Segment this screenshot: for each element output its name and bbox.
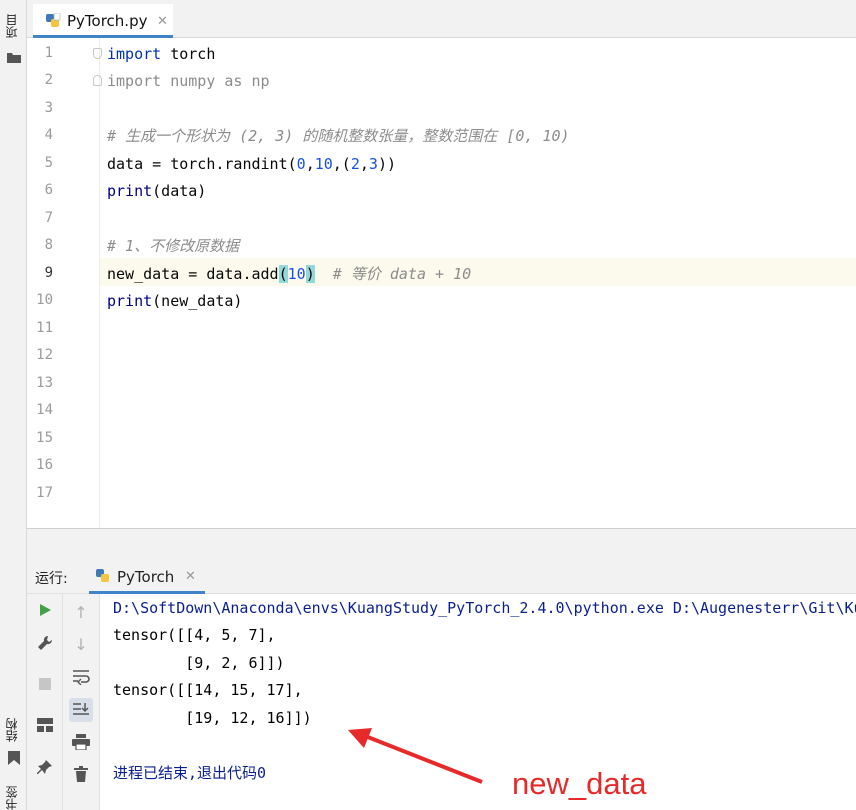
code-line-2: import numpy as np bbox=[107, 71, 270, 91]
up-arrow-icon[interactable]: ↑ bbox=[71, 602, 91, 622]
line-number: 13 bbox=[36, 375, 53, 391]
code-text: ,( bbox=[332, 155, 351, 173]
wrench-icon[interactable] bbox=[35, 633, 55, 653]
line-number: 16 bbox=[36, 457, 53, 473]
line-number: 5 bbox=[44, 155, 53, 171]
console-line: tensor([[14, 15, 17], bbox=[113, 681, 303, 699]
code-text: new_data = data.add bbox=[107, 265, 279, 283]
builtin-function: print bbox=[107, 292, 153, 310]
project-tool-label[interactable]: 项目 bbox=[5, 14, 22, 38]
matched-brace: ( bbox=[278, 265, 288, 283]
builtin-function: print bbox=[107, 182, 153, 200]
line-number: 4 bbox=[44, 127, 53, 143]
close-tab-icon[interactable]: ✕ bbox=[157, 14, 168, 29]
console-command-line: D:\SoftDown\Anaconda\envs\KuangStudy_PyT… bbox=[113, 599, 856, 617]
pin-icon[interactable] bbox=[35, 757, 55, 777]
code-text: )) bbox=[377, 155, 396, 173]
run-toolbar-primary bbox=[27, 594, 63, 810]
bookmarks-tool-label[interactable]: 书签 bbox=[5, 786, 22, 810]
folder-icon[interactable] bbox=[7, 48, 21, 63]
code-editor[interactable]: import torch import numpy as np # 生成一个形状… bbox=[100, 38, 856, 528]
number: 2 bbox=[350, 155, 360, 173]
line-number: 2 bbox=[44, 72, 53, 88]
stop-icon[interactable] bbox=[35, 674, 55, 694]
code-text: (new_data) bbox=[152, 292, 243, 310]
line-number: 17 bbox=[36, 485, 53, 501]
code-line-6: print(data) bbox=[107, 181, 206, 201]
console-line: [19, 12, 16]]) bbox=[113, 709, 312, 727]
line-number: 12 bbox=[36, 347, 53, 363]
console-line: tensor([[4, 5, 7], bbox=[113, 626, 276, 644]
annotation-label: new_data bbox=[512, 766, 647, 801]
close-run-tab-icon[interactable]: ✕ bbox=[185, 569, 196, 584]
run-tab-label: PyTorch bbox=[117, 568, 175, 586]
code-line-9: new_data = data.add(10) # 等价 data + 10 bbox=[107, 264, 471, 284]
soft-wrap-icon[interactable] bbox=[71, 667, 91, 687]
python-file-icon bbox=[45, 12, 61, 33]
code-text: (data) bbox=[152, 182, 207, 200]
line-number: 3 bbox=[44, 100, 53, 116]
code-line-1: import torch bbox=[107, 44, 215, 64]
line-number: 1 bbox=[44, 45, 53, 61]
code-text: , bbox=[305, 155, 315, 173]
matched-brace: ) bbox=[305, 265, 315, 283]
line-number-gutter: 1 2 3 4 5 6 7 8 9 10 11 12 13 14 15 16 1… bbox=[27, 38, 102, 528]
down-arrow-icon[interactable]: ↓ bbox=[71, 634, 91, 654]
code-text: data = torch.randint( bbox=[107, 155, 297, 173]
number: 10 bbox=[314, 155, 333, 173]
line-number: 6 bbox=[44, 182, 53, 198]
console-exit-message: 进程已结束,退出代码0 bbox=[113, 764, 267, 782]
bookmark-icon[interactable] bbox=[8, 750, 20, 765]
number: 0 bbox=[296, 155, 306, 173]
trash-icon[interactable] bbox=[71, 764, 91, 784]
line-number: 14 bbox=[36, 402, 53, 418]
tab-pytorch-py[interactable]: PyTorch.py ✕ bbox=[33, 4, 173, 38]
line-number: 15 bbox=[36, 430, 53, 446]
code-line-10: print(new_data) bbox=[107, 291, 242, 311]
annotation-arrow bbox=[348, 728, 483, 784]
alias-name: np bbox=[242, 72, 270, 90]
panel-splitter[interactable] bbox=[27, 528, 856, 560]
run-panel-header: 运行: PyTorch ✕ bbox=[27, 560, 856, 594]
line-number: 7 bbox=[44, 210, 53, 226]
line-number: 8 bbox=[44, 237, 53, 253]
line-number: 11 bbox=[36, 320, 53, 336]
file-tab-label: PyTorch.py bbox=[67, 12, 148, 30]
keyword: import bbox=[107, 45, 162, 63]
code-line-8: # 1、不修改原数据 bbox=[107, 237, 240, 255]
console-line: [9, 2, 6]]) bbox=[113, 654, 285, 672]
keyword: as bbox=[224, 72, 243, 90]
inline-comment: # 等价 data + 10 bbox=[314, 265, 472, 283]
keyword: import bbox=[107, 72, 162, 90]
code-line-4: # 生成一个形状为 (2, 3) 的随机整数张量，整数范围在 [0, 10) bbox=[107, 127, 570, 145]
tab-run-pytorch[interactable]: PyTorch ✕ bbox=[89, 560, 205, 594]
module-name: torch bbox=[161, 45, 216, 63]
rerun-icon[interactable] bbox=[35, 600, 55, 620]
code-line-5: data = torch.randint(0,10,(2,3)) bbox=[107, 154, 396, 174]
left-tool-strip: 项目 结构 书签 bbox=[0, 0, 27, 810]
code-text: , bbox=[359, 155, 369, 173]
print-icon[interactable] bbox=[71, 732, 91, 752]
line-number: 10 bbox=[36, 292, 53, 308]
number: 10 bbox=[287, 265, 306, 283]
line-number-current: 9 bbox=[44, 265, 53, 281]
editor-tab-bar: PyTorch.py ✕ bbox=[27, 0, 856, 38]
scroll-to-end-icon[interactable] bbox=[69, 698, 93, 722]
run-toolbar-secondary: ↑ ↓ bbox=[63, 594, 100, 810]
python-icon bbox=[95, 568, 111, 588]
layout-icon[interactable] bbox=[35, 715, 55, 735]
structure-tool-label[interactable]: 结构 bbox=[5, 718, 22, 742]
run-panel-label: 运行: bbox=[35, 571, 68, 587]
module-name: numpy bbox=[161, 72, 225, 90]
number: 3 bbox=[368, 155, 378, 173]
